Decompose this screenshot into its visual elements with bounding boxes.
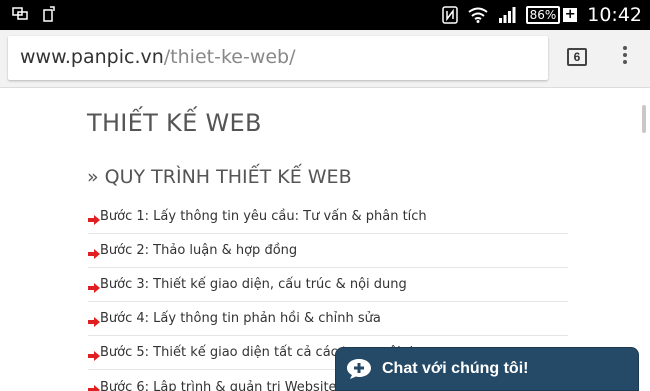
page-title: THIẾT KẾ WEB xyxy=(87,109,262,137)
list-item[interactable]: Bước 2: Thảo luận & hợp đồng xyxy=(88,234,568,268)
clock: 10:42 xyxy=(587,4,642,26)
arrow-right-icon xyxy=(88,316,100,327)
chat-button[interactable]: Chat với chúng tôi! xyxy=(335,347,639,391)
step-label: Bước 1: Lấy thông tin yêu cầu: Tư vấn & … xyxy=(100,209,427,224)
step-label: Bước 3: Thiết kế giao diện, cấu trúc & n… xyxy=(100,277,407,292)
url-text: www.panpic.vn/thiet-ke-web/ xyxy=(20,46,296,68)
chat-plus-icon xyxy=(347,359,371,379)
battery-percent: 86% xyxy=(525,6,561,24)
arrow-right-icon xyxy=(88,214,100,225)
status-bar: 86% + 10:42 xyxy=(0,0,650,30)
arrow-right-icon xyxy=(88,248,100,259)
url-path: /thiet-ke-web/ xyxy=(163,46,296,68)
wifi-icon xyxy=(467,7,488,23)
list-item[interactable]: Bước 1: Lấy thông tin yêu cầu: Tư vấn & … xyxy=(88,200,568,234)
battery-indicator: 86% + xyxy=(525,6,578,24)
overflow-menu-icon[interactable] xyxy=(620,46,630,68)
scrollbar[interactable] xyxy=(642,105,646,133)
list-item[interactable]: Bước 3: Thiết kế giao diện, cấu trúc & n… xyxy=(88,268,568,302)
arrow-right-icon xyxy=(88,282,100,293)
section-title: » QUY TRÌNH THIẾT KẾ WEB xyxy=(87,166,352,188)
arrow-right-icon xyxy=(88,350,100,361)
signal-icon xyxy=(498,7,516,23)
nfc-icon xyxy=(441,6,458,24)
browser-toolbar: www.panpic.vn/thiet-ke-web/ xyxy=(0,30,650,88)
arrow-right-icon xyxy=(88,385,100,391)
web-page: THIẾT KẾ WEB » QUY TRÌNH THIẾT KẾ WEB Bư… xyxy=(0,89,650,391)
step-label: Bước 6: Lập trình & quản trị Website xyxy=(100,379,337,391)
step-label: Bước 4: Lấy thông tin phản hồi & chỉnh s… xyxy=(100,311,381,326)
chat-label: Chat với chúng tôi! xyxy=(382,360,529,377)
charging-icon: + xyxy=(563,7,578,22)
list-item[interactable]: Bước 4: Lấy thông tin phản hồi & chỉnh s… xyxy=(88,302,568,336)
url-host: www.panpic.vn xyxy=(20,46,164,68)
screen-mirror-icon xyxy=(12,7,28,21)
url-bar[interactable]: www.panpic.vn/thiet-ke-web/ xyxy=(8,36,548,80)
phone-rotate-icon xyxy=(42,6,56,22)
step-label: Bước 2: Thảo luận & hợp đồng xyxy=(100,243,298,258)
tab-switcher-button[interactable]: 6 xyxy=(567,48,587,66)
